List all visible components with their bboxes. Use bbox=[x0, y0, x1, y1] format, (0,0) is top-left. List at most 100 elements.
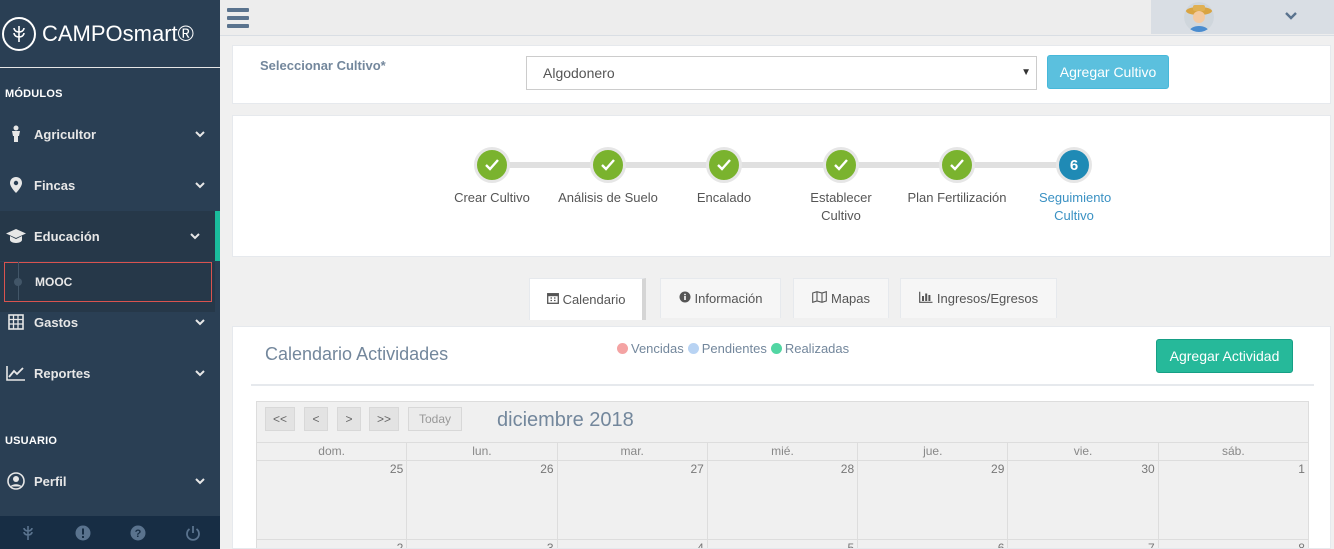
calendar-week-row: 25 26 27 28 29 30 1 bbox=[257, 460, 1308, 539]
weekday-header-row: dom. lun. mar. mié. jue. vie. sáb. bbox=[257, 442, 1308, 460]
power-icon[interactable] bbox=[165, 516, 220, 549]
calendar-day-cell[interactable]: 29 bbox=[857, 461, 1007, 539]
weekday-header: jue. bbox=[857, 443, 1007, 460]
calendar-day-cell[interactable]: 2 bbox=[257, 540, 406, 548]
crop-select-value: Algodonero bbox=[543, 65, 615, 81]
chevron-down-icon bbox=[180, 369, 220, 377]
calendar-day-cell[interactable]: 26 bbox=[406, 461, 556, 539]
svg-text:?: ? bbox=[134, 528, 141, 540]
line-chart-icon bbox=[0, 365, 28, 381]
tab-calendario[interactable]: Calendario bbox=[529, 278, 646, 320]
prev-year-button[interactable]: << bbox=[265, 407, 295, 431]
avatar[interactable] bbox=[1184, 2, 1214, 32]
calendar-panel: Calendario Actividades Vencidas Pendient… bbox=[232, 326, 1331, 549]
wizard-step-label: Crear Cultivo bbox=[454, 190, 530, 205]
tab-label: Ingresos/Egresos bbox=[936, 291, 1039, 306]
calendar-legend: Vencidas Pendientes Realizadas bbox=[617, 341, 849, 356]
crop-select-panel: Seleccionar Cultivo* Algodonero ▼ Agrega… bbox=[232, 45, 1331, 104]
sidebar-item-reportes[interactable]: Reportes bbox=[0, 348, 220, 398]
prev-month-button[interactable]: < bbox=[304, 407, 328, 431]
submenu-item-mooc[interactable]: MOOC bbox=[4, 262, 212, 302]
weekday-header: lun. bbox=[406, 443, 556, 460]
calendar-day-cell[interactable]: 5 bbox=[706, 540, 857, 548]
add-crop-button[interactable]: Agregar Cultivo bbox=[1047, 55, 1169, 89]
chevron-down-icon bbox=[175, 232, 215, 240]
wizard-step-label: Encalado bbox=[696, 190, 752, 205]
next-month-button[interactable]: > bbox=[337, 407, 361, 431]
tab-mapas[interactable]: Mapas bbox=[793, 278, 889, 318]
sidebar: CAMPOsmart® MÓDULOS Agricultor Fincas Ed… bbox=[0, 0, 220, 549]
submenu-item-label: MOOC bbox=[35, 275, 73, 289]
chevron-down-icon bbox=[180, 318, 220, 326]
sidebar-item-agricultor[interactable]: Agricultor bbox=[0, 109, 220, 159]
divider bbox=[251, 384, 1314, 386]
question-icon[interactable]: ? bbox=[110, 516, 165, 549]
wizard-step-5[interactable]: Plan Fertilización bbox=[897, 147, 1017, 207]
table-icon bbox=[0, 314, 28, 330]
wizard-step-6[interactable]: 6 Seguimiento Cultivo bbox=[1014, 147, 1134, 225]
farmer-icon bbox=[0, 125, 28, 143]
section-user-heading: USUARIO bbox=[5, 435, 58, 447]
wizard-step-number: 6 bbox=[1056, 147, 1092, 183]
chevron-down-icon bbox=[180, 477, 220, 485]
calendar-day-cell[interactable]: 28 bbox=[706, 461, 857, 539]
sidebar-item-educacion[interactable]: Educación bbox=[0, 211, 220, 261]
chevron-down-icon[interactable] bbox=[1284, 8, 1298, 26]
submenu-bullet bbox=[14, 278, 22, 286]
sidebar-item-label: Educación bbox=[34, 228, 100, 244]
sidebar-item-gastos[interactable]: Gastos bbox=[0, 297, 220, 347]
tab-label: Mapas bbox=[830, 291, 871, 306]
weekday-header: mar. bbox=[556, 443, 707, 460]
calendar-day-cell[interactable]: 7 bbox=[1007, 540, 1157, 548]
tab-label: Información bbox=[694, 291, 763, 306]
calendar-day-cell[interactable]: 8 bbox=[1157, 540, 1308, 548]
calendar-day-cell[interactable]: 27 bbox=[556, 461, 707, 539]
sidebar-item-fincas[interactable]: Fincas bbox=[0, 160, 220, 210]
sidebar-item-perfil[interactable]: Perfil bbox=[0, 456, 220, 506]
sidebar-item-label: Perfil bbox=[34, 473, 67, 489]
calendar-day-cell[interactable]: 4 bbox=[556, 540, 707, 548]
wizard-panel: Crear Cultivo Análisis de Suelo Encalado… bbox=[232, 115, 1331, 257]
calendar-day-cell[interactable]: 30 bbox=[1007, 461, 1157, 539]
next-year-button[interactable]: >> bbox=[369, 407, 399, 431]
wizard-step-label: Plan Fertilización bbox=[907, 190, 1007, 205]
tab-informacion[interactable]: Información bbox=[660, 278, 781, 318]
wizard-step-4[interactable]: Establecer Cultivo bbox=[781, 147, 901, 225]
wizard-step-3[interactable]: Encalado bbox=[664, 147, 784, 207]
tab-ingresos-egresos[interactable]: Ingresos/Egresos bbox=[900, 278, 1057, 318]
calendar-day-cell[interactable]: 3 bbox=[406, 540, 556, 548]
wizard-step-1[interactable]: Crear Cultivo bbox=[432, 147, 552, 207]
today-button[interactable]: Today bbox=[408, 407, 462, 431]
crop-select[interactable]: Algodonero ▼ bbox=[526, 56, 1037, 90]
map-icon bbox=[812, 290, 827, 306]
hamburger-menu-icon[interactable] bbox=[227, 8, 249, 28]
exclamation-icon[interactable] bbox=[55, 516, 110, 549]
user-menu[interactable] bbox=[1151, 0, 1334, 34]
calendar-day-cell[interactable]: 25 bbox=[257, 461, 406, 539]
calendar-week-row: 2 3 4 5 6 7 8 bbox=[257, 539, 1308, 548]
check-icon bbox=[823, 147, 859, 183]
calendar-title: Calendario Actividades bbox=[265, 344, 449, 364]
check-icon bbox=[590, 147, 626, 183]
sidebar-item-label: Agricultor bbox=[34, 126, 97, 142]
calendar-day-cell[interactable]: 6 bbox=[857, 540, 1007, 548]
check-icon bbox=[474, 147, 510, 183]
brand[interactable]: CAMPOsmart® bbox=[0, 0, 220, 68]
leaf-logo-icon bbox=[2, 16, 36, 51]
brand-title: CAMPOsmart® bbox=[42, 20, 194, 46]
legend-item-pendientes: Pendientes bbox=[687, 341, 767, 356]
weekday-header: vie. bbox=[1007, 443, 1157, 460]
add-activity-button[interactable]: Agregar Actividad bbox=[1156, 339, 1293, 373]
sidebar-item-label: Reportes bbox=[34, 365, 91, 381]
calendar-toolbar: << < > >> Today diciembre 2018 bbox=[257, 402, 1308, 442]
sidebar-item-label: Fincas bbox=[34, 177, 76, 193]
leaf-icon[interactable] bbox=[0, 516, 55, 549]
weekday-header: mié. bbox=[706, 443, 857, 460]
caret-down-icon: ▼ bbox=[1021, 67, 1031, 78]
top-nav bbox=[220, 0, 1334, 36]
legend-item-realizadas: Realizadas bbox=[770, 341, 849, 356]
calendar-day-cell[interactable]: 1 bbox=[1157, 461, 1308, 539]
select-crop-label: Seleccionar Cultivo* bbox=[260, 58, 386, 73]
wizard-step-2[interactable]: Análisis de Suelo bbox=[548, 147, 668, 207]
calendar-icon bbox=[546, 292, 559, 307]
